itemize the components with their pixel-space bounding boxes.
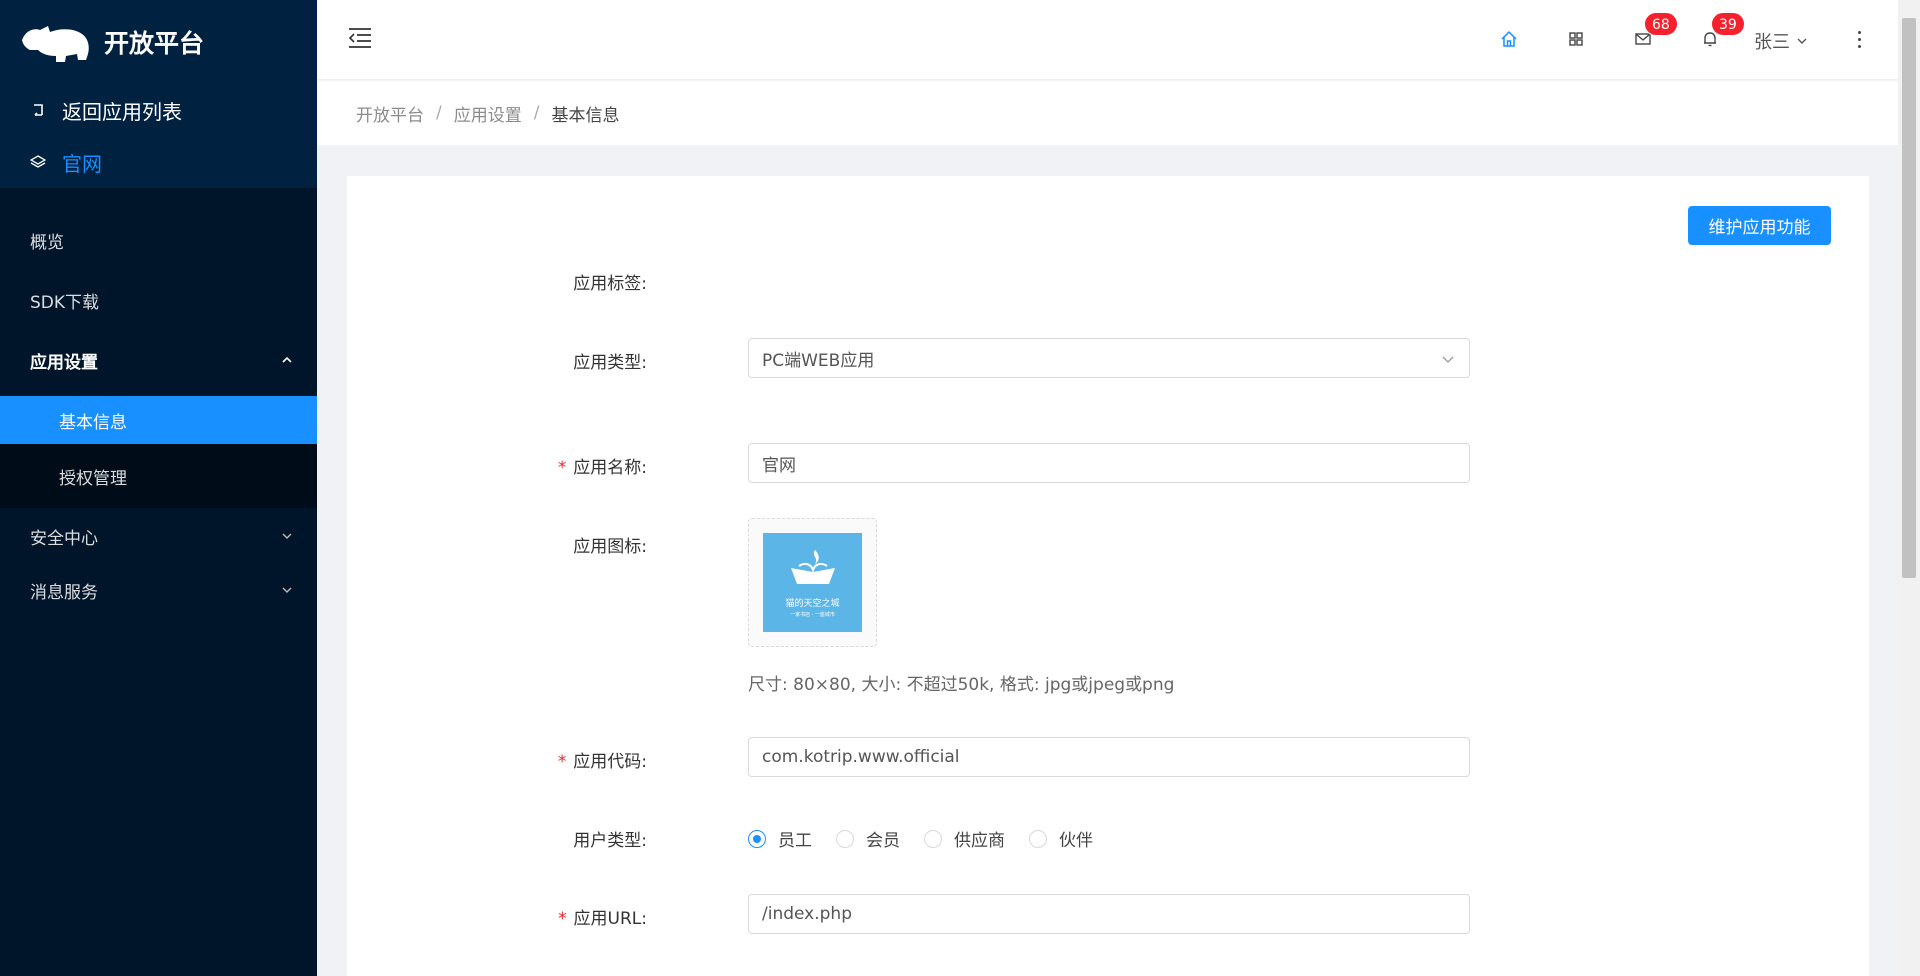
radio-label: 员工 [778,831,812,851]
app-type-label: 应用类型: [347,348,647,373]
field-label: 用户类型: [573,831,647,851]
logo: 开放平台 [0,0,317,84]
radio-label: 供应商 [954,831,1005,851]
breadcrumb-item[interactable]: 开放平台 [356,101,424,126]
sidebar-item-overview[interactable]: 概览 [0,210,317,270]
chevron-up-icon [281,354,293,366]
back-to-app-list[interactable]: 返回应用列表 [0,84,317,136]
logo-text: 开放平台 [104,29,205,58]
app-type-select[interactable]: PC端WEB应用 [748,338,1470,378]
radio-dot [836,829,854,848]
user-name: 张三 [1754,32,1790,53]
chevron-down-icon [281,584,293,596]
current-app-label: 官网 [62,151,102,176]
breadcrumb-separator: / [533,103,540,123]
chevron-down-icon [1442,356,1454,363]
mail-icon[interactable]: 68 [1632,12,1678,50]
sidebar-item-security-center[interactable]: 安全中心 [0,508,317,564]
radio-member[interactable]: 会员 [836,826,900,851]
layers-icon [30,154,46,170]
sidebar-item-label: 消息服务 [30,582,98,603]
maintain-app-functions-button[interactable]: 维护应用功能 [1688,206,1831,245]
bell-badge: 39 [1711,12,1745,36]
home-icon[interactable] [1498,28,1520,50]
chevron-down-icon [281,530,293,542]
sidebar-item-auth-management[interactable]: 授权管理 [0,444,317,508]
sidebar-item-basic-info[interactable]: 基本信息 [0,396,317,444]
radio-supplier[interactable]: 供应商 [924,826,1005,851]
top-header: 68 39 张三 [317,0,1898,80]
sidebar: 开放平台 返回应用列表 官网 概览 SDK下载 应用设置 基本信息 授权管理 安… [0,0,317,976]
app-url-value: /index.php [762,904,852,924]
basic-info-form: 维护应用功能 应用标签: 应用类型: PC端WEB应用 * 应用名称: 官网 应用… [347,176,1869,976]
sidebar-header: 开放平台 返回应用列表 官网 [0,0,317,188]
rhino-logo-icon [22,26,89,62]
app-type-value: PC端WEB应用 [762,350,875,371]
sidebar-item-app-settings[interactable]: 应用设置 [0,330,317,390]
app-code-label: * 应用代码: [347,747,647,772]
submenu-app-settings: 基本信息 授权管理 [0,396,317,508]
user-menu[interactable]: 张三 [1754,28,1808,54]
required-mark: * [557,752,568,772]
sidebar-item-label: 基本信息 [59,412,127,433]
radio-employee[interactable]: 员工 [748,826,812,851]
app-url-label: * 应用URL: [347,904,647,929]
app-tag-label: 应用标签: [347,269,647,294]
apps-grid-icon[interactable] [1565,28,1587,50]
page-scrollbar[interactable] [1898,0,1920,976]
radio-dot [748,829,766,848]
required-mark: * [557,458,568,478]
user-type-radio-group: 员工 会员 供应商 伙伴 [748,826,1117,851]
field-label: 应用标签: [573,274,647,294]
radio-dot [1029,829,1047,848]
app-url-input[interactable]: /index.php [748,894,1470,934]
radio-label: 会员 [866,831,900,851]
more-vertical-icon[interactable] [1853,28,1865,50]
sidebar-item-sdk-download[interactable]: SDK下载 [0,270,317,330]
user-type-label: 用户类型: [347,826,647,851]
app-icon-label: 应用图标: [347,532,647,557]
sidebar-item-label: 授权管理 [59,468,127,489]
back-arrow-icon [30,102,46,118]
bell-icon[interactable]: 39 [1699,12,1745,50]
app-name-value: 官网 [762,455,796,476]
book-boat-icon [790,549,835,584]
sidebar-item-message-service[interactable]: 消息服务 [0,564,317,616]
sidebar-item-label: 安全中心 [30,528,98,549]
app-icon-image: 猫的天空之城 一家书店 · 一座城市 [763,533,862,632]
field-label: 应用类型: [573,353,647,373]
breadcrumb-current: 基本信息 [551,105,620,126]
field-label: 应用名称: [573,458,647,478]
breadcrumb: 开放平台 / 应用设置 / 基本信息 [317,81,1898,145]
icon-upload-hint: 尺寸: 80×80, 大小: 不超过50k, 格式: jpg或jpeg或png [748,675,1175,695]
app-name-label: * 应用名称: [347,453,647,478]
app-icon-subtitle: 一家书店 · 一座城市 [790,611,835,618]
radio-partner[interactable]: 伙伴 [1029,826,1093,851]
current-app[interactable]: 官网 [0,136,317,188]
breadcrumb-separator: / [436,103,442,123]
chevron-down-icon [1797,38,1807,44]
radio-label: 伙伴 [1059,831,1093,851]
sidebar-item-label: 概览 [30,232,64,253]
sidebar-menu: 概览 SDK下载 应用设置 基本信息 授权管理 安全中心 消息服务 [0,188,317,616]
mail-badge: 68 [1644,12,1678,36]
radio-dot [924,829,942,848]
app-icon-title: 猫的天空之城 [785,598,840,609]
back-label: 返回应用列表 [62,99,182,124]
required-mark: * [557,909,568,929]
sidebar-item-label: 应用设置 [30,352,98,373]
field-label: 应用图标: [573,537,647,557]
app-code-value: com.kotrip.www.official [762,747,960,767]
app-code-input[interactable]: com.kotrip.www.official [748,737,1470,777]
menu-fold-icon[interactable] [347,26,373,50]
app-name-input[interactable]: 官网 [748,443,1470,483]
field-label: 应用URL: [573,909,647,929]
scrollbar-thumb[interactable] [1902,18,1916,578]
sidebar-item-label: SDK下载 [30,292,100,313]
app-icon-upload[interactable]: 猫的天空之城 一家书店 · 一座城市 [748,518,877,647]
field-label: 应用代码: [573,752,647,772]
breadcrumb-item[interactable]: 应用设置 [454,101,522,126]
